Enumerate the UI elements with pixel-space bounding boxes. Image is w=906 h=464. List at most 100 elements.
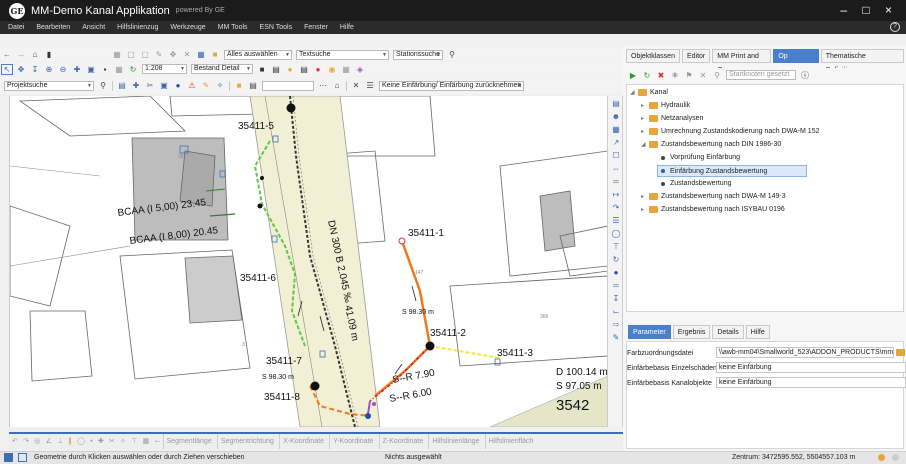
v-pipe-icon[interactable]: ═ xyxy=(610,280,622,291)
blank-field[interactable] xyxy=(262,80,314,91)
tree-node-isybau[interactable]: ▸ Zustandsbewertung nach ISYBAU 0196 xyxy=(641,206,785,213)
v-line-icon[interactable]: ↦ xyxy=(610,189,622,200)
refresh-icon[interactable]: ↻ xyxy=(127,64,139,75)
v-list-icon[interactable]: ☰ xyxy=(610,215,622,226)
v-branch-icon[interactable]: ↻ xyxy=(610,254,622,265)
v-circle-icon[interactable]: ◯ xyxy=(610,228,622,239)
y-koordinate-button[interactable]: Y-Koordinate xyxy=(329,434,376,449)
clear-icon[interactable]: ✕ xyxy=(697,70,709,81)
forward-arrow-icon[interactable]: → xyxy=(15,49,27,60)
v-trash-icon[interactable]: ☐ xyxy=(610,150,622,161)
v-scale-icon[interactable]: ↗ xyxy=(610,137,622,148)
snap-icon[interactable]: ◎ xyxy=(34,434,40,449)
map-svg[interactable]: 35411-5 BCAA (I 5,00) 23.45 BCAA (I 8,00… xyxy=(10,96,607,427)
tree-node-zustandsbewertung[interactable]: Zustandsbewertung xyxy=(661,180,731,187)
v-join-icon[interactable]: ⊤ xyxy=(610,241,622,252)
info-icon[interactable]: ⓘ xyxy=(799,70,811,81)
einzelschaeden-select[interactable]: keine Einfärbung xyxy=(716,362,906,373)
angle-icon[interactable]: ∠ xyxy=(46,434,52,449)
tree-node-umrechnung[interactable]: ▸ Umrechnung Zustandskodierung nach DWA-M… xyxy=(641,128,819,135)
bookmark-icon[interactable]: ▮ xyxy=(43,49,55,60)
v-edit-icon[interactable]: ✎ xyxy=(610,332,622,343)
table-icon[interactable]: ▦ xyxy=(195,49,207,60)
pen-tool-icon[interactable]: ✎ xyxy=(200,80,212,91)
menu-werkzeuge[interactable]: Werkzeuge xyxy=(170,24,205,31)
tree-node-dwa-m-149[interactable]: ▸ Zustandsbewertung nach DWA-M 149-3 xyxy=(641,193,786,200)
tee-icon[interactable]: ⊤ xyxy=(131,434,137,449)
pencil-icon[interactable]: ✎ xyxy=(153,49,165,60)
back-arrow-icon[interactable]: ← xyxy=(1,49,13,60)
v-drop-icon[interactable]: ↧ xyxy=(610,293,622,304)
point-tool-icon[interactable]: ● xyxy=(172,80,184,91)
perp-icon[interactable]: ⊥ xyxy=(57,434,63,449)
grid-icon[interactable]: ▦ xyxy=(111,49,123,60)
menu-hilfslinienzug[interactable]: Hilfslinienzug xyxy=(117,24,158,31)
menu-esn-tools[interactable]: ESN Tools xyxy=(260,24,293,31)
menu-hilfe[interactable]: Hilfe xyxy=(340,24,354,31)
tree-node-din-1986[interactable]: ◢ Zustandsbewertung nach DIN 1986-30 xyxy=(641,141,781,148)
tab-editor[interactable]: Editor xyxy=(681,49,711,63)
barcode-icon[interactable]: ▤ xyxy=(298,64,310,75)
more-icon[interactable]: ⋯ xyxy=(317,80,329,91)
folder-icon[interactable]: ■ xyxy=(209,49,221,60)
projektsuche-dropdown[interactable]: Projektsuche ▼ xyxy=(4,80,94,91)
v-arrow-icon[interactable]: ↷ xyxy=(610,202,622,213)
delete-x-icon[interactable]: ✕ xyxy=(181,49,193,60)
table-tool-icon[interactable]: ▤ xyxy=(116,80,128,91)
farbzuordnung-input[interactable]: \\awb-mm04\Smallworld_523\ADDON_PRODUCTS… xyxy=(716,347,894,358)
menu-ansicht[interactable]: Ansicht xyxy=(82,24,105,31)
tab-ergebnis[interactable]: Ergebnis xyxy=(672,325,711,339)
textsuche-dropdown[interactable]: Textsuche ▼ xyxy=(296,49,389,60)
v-node-icon[interactable]: ● xyxy=(610,267,622,278)
segmentlaenge-button[interactable]: Segmentlänge xyxy=(162,434,215,449)
flag-icon[interactable]: ⚑ xyxy=(683,70,695,81)
map-icon[interactable]: ▪ xyxy=(99,64,111,75)
search-icon-2[interactable]: ⚲ xyxy=(97,80,109,91)
scale-field[interactable]: 1:208 ▼ xyxy=(142,64,187,74)
x-koordinate-button[interactable]: X-Koordinate xyxy=(279,434,327,449)
tree-node-einfaerbung-selected[interactable]: Einfärbung Zustandsbewertung xyxy=(657,165,807,177)
hash-icon[interactable]: ▦ xyxy=(143,434,150,449)
tab-details[interactable]: Details xyxy=(712,325,744,339)
tree-node-kanal[interactable]: ◢ Kanal xyxy=(630,89,668,96)
menu-datei[interactable]: Datei xyxy=(8,24,24,31)
tab-parameter[interactable]: Parameter xyxy=(628,325,671,339)
menu-mm-tools[interactable]: MM Tools xyxy=(218,24,248,31)
list-icon[interactable]: ☰ xyxy=(364,80,376,91)
tree-node-hydraulik[interactable]: ▸ Hydraulik xyxy=(641,102,690,109)
grid-table-icon[interactable]: ▦ xyxy=(340,64,352,75)
tab-hilfe[interactable]: Hilfe xyxy=(745,325,770,339)
home-icon[interactable]: ⌂ xyxy=(29,49,41,60)
tree-node-vorpruefung[interactable]: Vorprüfung Einfärbung xyxy=(661,154,740,161)
v-corner-icon[interactable]: ⌙ xyxy=(610,306,622,317)
v-layers-icon[interactable]: ▤ xyxy=(610,98,622,109)
z-koordinate-button[interactable]: Z-Koordinate xyxy=(378,434,426,449)
tab-op-analyser[interactable]: Op Analyser xyxy=(773,49,819,74)
zoom-window-icon[interactable]: ▣ xyxy=(85,64,97,75)
select-all-dropdown[interactable]: Alles auswählen ▼ xyxy=(224,49,292,60)
chart-tool-icon[interactable]: ▣ xyxy=(158,80,170,91)
hilfslinienlaenge-button[interactable]: Hilfslinienlänge xyxy=(428,434,482,449)
detail-dropdown[interactable]: Bestand Detail ▼ xyxy=(191,64,253,74)
tab-thematische-definitionen[interactable]: Thematische Definitionen xyxy=(820,49,904,74)
tree-node-netzanalysen[interactable]: ▸ Netzanalysen xyxy=(641,115,703,122)
star-icon[interactable]: ✧ xyxy=(120,434,126,449)
parallel-icon[interactable]: ∥ xyxy=(68,434,72,449)
tab-mm-print-and-go[interactable]: MM Print and Go xyxy=(712,49,772,74)
stationssuche-dropdown[interactable]: Stationssuche ▼ xyxy=(393,49,443,60)
folder-open-icon[interactable]: ■ xyxy=(233,80,245,91)
house-icon[interactable]: ⌂ xyxy=(331,80,343,91)
startknoten-field[interactable]: Startknoten gesetzt xyxy=(726,70,796,80)
reload-icon[interactable]: ↻ xyxy=(641,70,653,81)
layer2-icon[interactable]: ▢ xyxy=(139,49,151,60)
select-cursor-icon[interactable]: ↖ xyxy=(1,63,13,75)
v-split-icon[interactable]: ⇔ xyxy=(610,163,622,174)
erase-red-icon[interactable]: ✖ xyxy=(655,70,667,81)
scissor2-icon[interactable]: ✂ xyxy=(109,434,115,449)
v-export-icon[interactable]: ⇨ xyxy=(610,319,622,330)
color-icon[interactable]: ◈ xyxy=(354,64,366,75)
kanalobjekte-select[interactable]: keine Einfärbung xyxy=(716,377,906,388)
cross-icon[interactable]: ✚ xyxy=(98,434,104,449)
scissors-icon[interactable]: ✂ xyxy=(144,80,156,91)
circle-tool-icon[interactable]: ◯ xyxy=(77,434,85,449)
